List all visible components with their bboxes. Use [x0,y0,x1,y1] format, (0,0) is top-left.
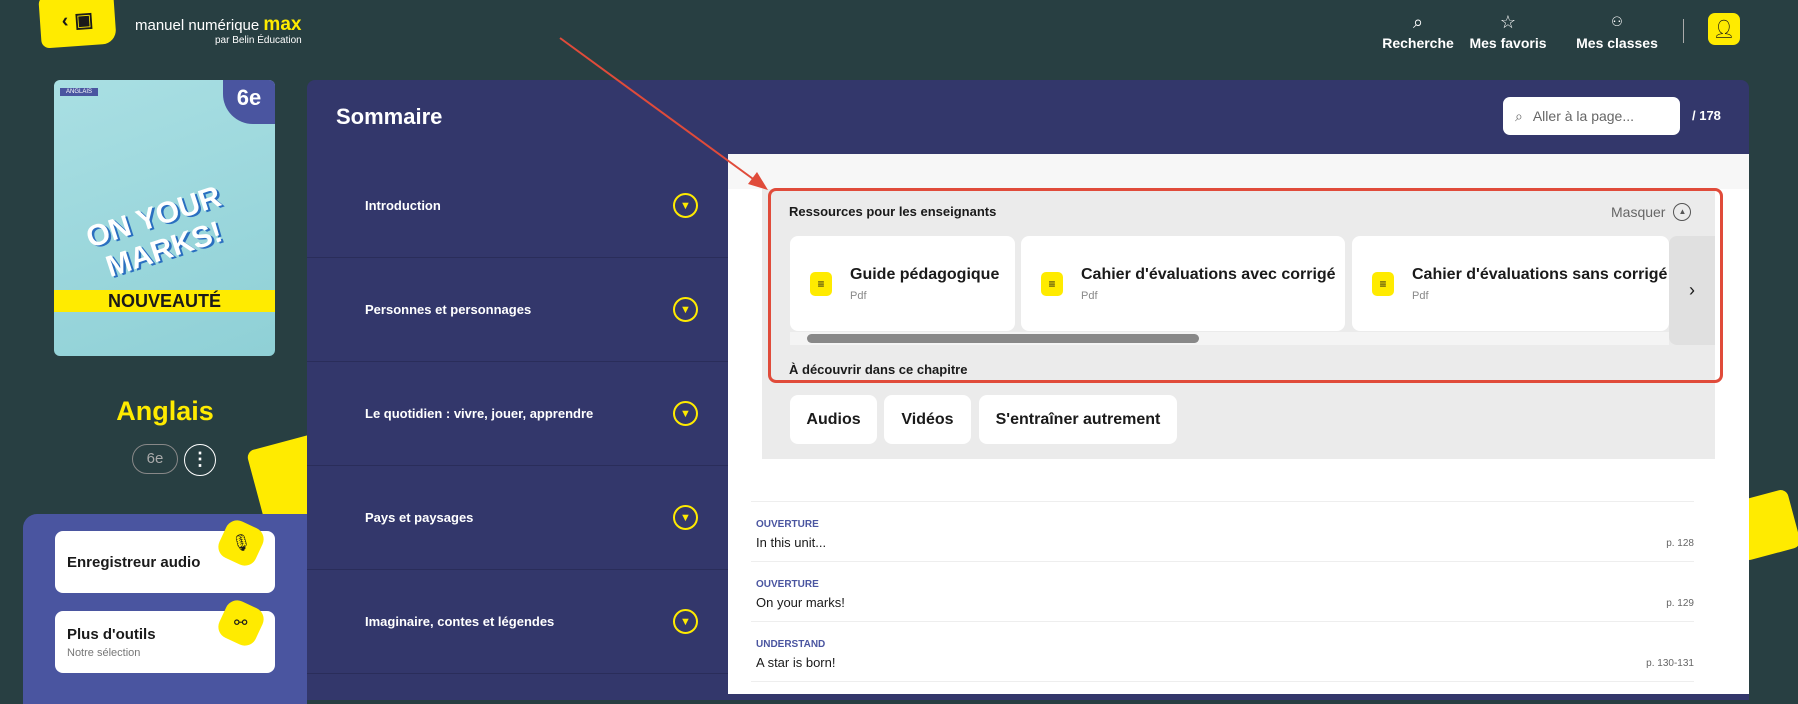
chapter-item[interactable]: Personnes et personnages ▼ [307,258,728,362]
divider [751,501,1694,502]
nav-label: Mes classes [1576,35,1658,51]
divider [1683,19,1684,43]
users-icon: ⚇ [1611,14,1623,29]
item-title: A star is born! [756,655,836,670]
chevron-left-icon: ‹ [60,9,70,32]
search-icon: ⌕ [1412,12,1424,32]
audios-button[interactable]: Audios [790,395,877,444]
nav-label: Recherche [1382,35,1454,51]
item-title: In this unit... [756,535,827,550]
practice-button[interactable]: S'entraîner autrement [979,395,1177,444]
videos-button[interactable]: Vidéos [884,395,971,444]
divider [751,621,1694,622]
brand-subtitle: par Belin Éducation [215,35,302,46]
chapter-item[interactable]: Le quotidien : vivre, jouer, apprendre ▼ [307,362,728,466]
brand-title: manuel numérique max [135,14,302,35]
nav-favorites[interactable]: ☆ Mes favoris [1469,12,1546,51]
item-title: On your marks! [756,595,845,610]
back-home-button[interactable]: ‹ ▣ [38,0,117,49]
more-options-button[interactable]: ⋮ [184,444,216,476]
chapter-label: Personnes et personnages [365,302,532,317]
go-to-page-input[interactable]: ⌕ Aller à la page... [1503,97,1680,135]
divider [751,561,1694,562]
chapter-label: Pays et paysages [365,510,474,525]
more-tools-card[interactable]: Plus d'outils Notre sélection ⚯ [55,596,275,673]
item-page: p. 130-131 [1646,658,1694,669]
chevron-down-icon[interactable]: ▼ [673,193,698,218]
item-label: UNDERSTAND [756,639,826,650]
annotation-highlight [768,188,1723,383]
nav-search[interactable]: ⌕ Recherche [1382,12,1454,51]
chevron-down-icon[interactable]: ▼ [673,505,698,530]
total-pages: / 178 [1692,108,1721,123]
page-title: Sommaire [336,104,443,129]
nav-label: Mes favoris [1469,35,1547,51]
user-account-button[interactable]: 👤︎ [1708,13,1740,45]
book-cover[interactable]: ANGLAIS 6e ON YOUR MARKS! NOUVEAUTÉ [54,80,275,356]
level-badge: 6e [132,444,178,474]
book-icon: ▣ [73,8,95,32]
cover-band: NOUVEAUTÉ [54,290,275,312]
subject-title: Anglais [116,396,214,426]
chapter-item[interactable]: Pays et paysages ▼ [307,466,728,570]
item-page: p. 129 [1666,598,1694,609]
chapter-item[interactable]: Imaginaire, contes et légendes ▼ [307,570,728,674]
chevron-down-icon[interactable]: ▼ [673,401,698,426]
chapter-label: Le quotidien : vivre, jouer, apprendre [365,406,594,421]
tools-panel: Enregistreur audio 🎙︎ Plus d'outils Notr… [23,514,307,704]
chevron-down-icon[interactable]: ▼ [673,297,698,322]
chapter-item[interactable]: Introduction ▼ [307,154,728,258]
user-icon: 👤︎ [1712,18,1736,39]
content-header [728,154,1749,189]
chapter-label: Imaginaire, contes et légendes [365,614,555,629]
item-label: OUVERTURE [756,579,819,590]
chevron-down-icon[interactable]: ▼ [673,609,698,634]
audio-recorder-card[interactable]: Enregistreur audio 🎙︎ [55,516,275,593]
nav-classes[interactable]: ⚇ Mes classes [1576,12,1658,51]
cover-title: ON YOUR MARKS! [82,180,227,284]
cover-tag: ANGLAIS [60,88,99,96]
star-icon: ☆ [1499,12,1517,32]
placeholder: Aller à la page... [1532,108,1635,124]
item-label: OUVERTURE [756,519,819,530]
divider [751,681,1694,682]
tool-subtitle: Notre sélection [67,646,141,659]
item-page: p. 128 [1666,538,1694,549]
chapter-label: Introduction [365,198,441,213]
cover-grade: 6e [223,80,275,124]
search-icon: ⌕ [1515,107,1523,124]
